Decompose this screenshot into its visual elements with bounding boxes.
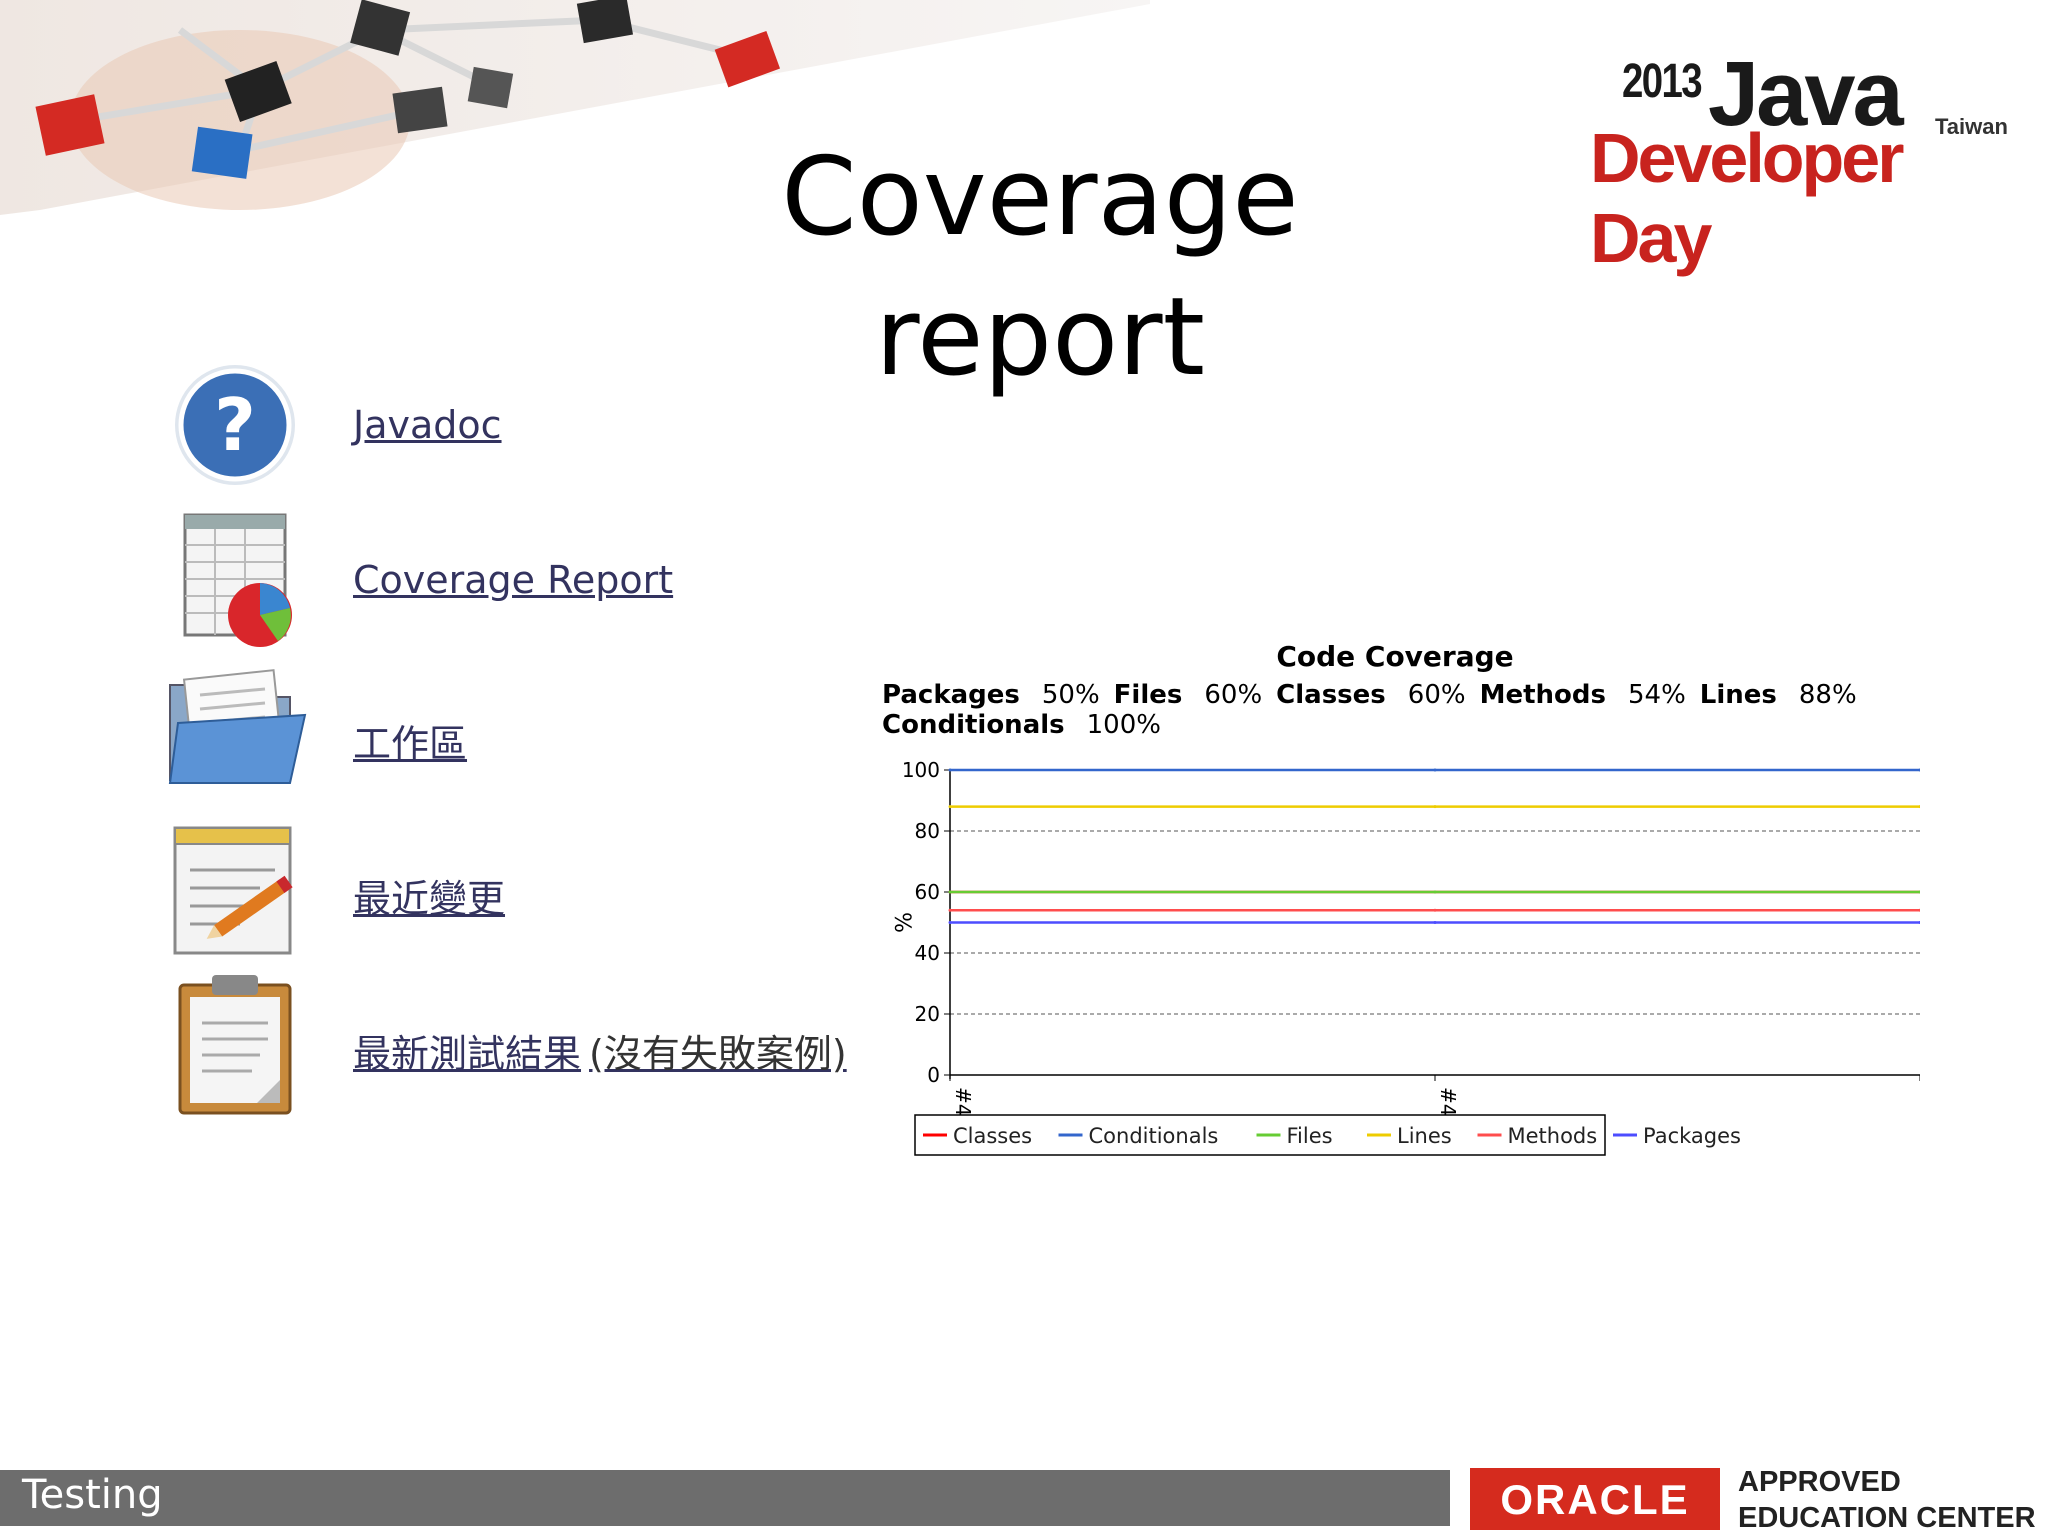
- data-point-lines: [1433, 805, 1437, 809]
- workspace-link[interactable]: 工作區: [353, 713, 467, 768]
- data-point-methods: [948, 908, 952, 912]
- no-failures-note: (沒有失敗案例): [589, 1032, 847, 1076]
- approved-education-center-label: APPROVED EDUCATION CENTER: [1738, 1464, 2038, 1536]
- legend-label: Methods: [1508, 1124, 1598, 1148]
- footer-bar: [0, 1470, 1450, 1526]
- legend-label: Classes: [953, 1124, 1032, 1148]
- coverage-line-chart: 020406080100%#44#48#49ClassesConditional…: [889, 758, 1920, 1156]
- notepad-pencil-icon: [173, 826, 293, 955]
- link-row-javadoc[interactable]: ? Javadoc: [160, 355, 860, 495]
- latest-test-results-link[interactable]: 最新測試結果 (沒有失敗案例): [353, 1023, 847, 1078]
- y-tick-label: 20: [915, 1002, 940, 1026]
- data-point-conditionals: [948, 768, 952, 772]
- y-tick-label: 40: [915, 941, 940, 965]
- data-point-methods: [1433, 908, 1437, 912]
- java-developer-day-logo: 2013 Java Taiwan Developer Day: [1590, 43, 2010, 277]
- javadoc-link[interactable]: Javadoc: [353, 403, 502, 447]
- link-row-workspace[interactable]: 工作區: [160, 665, 860, 805]
- folder-icon: [168, 669, 307, 784]
- spreadsheet-chart-icon: [183, 513, 292, 647]
- link-row-recent-changes[interactable]: 最近變更: [160, 820, 860, 960]
- y-tick-label: 60: [915, 880, 940, 904]
- data-point-packages: [948, 921, 952, 924]
- svg-text:?: ?: [214, 383, 256, 467]
- coverage-report-link[interactable]: Coverage Report: [353, 558, 673, 602]
- approved-line: APPROVED: [1738, 1466, 1901, 1498]
- logo-year: 2013: [1622, 55, 1703, 108]
- slide-title: Coverage report: [781, 135, 1299, 400]
- legend-label: Lines: [1397, 1124, 1452, 1148]
- education-center-line: EDUCATION CENTER: [1738, 1502, 2036, 1534]
- oracle-logo-text: ORACLE: [1500, 1476, 1690, 1523]
- logo-developer-day: Developer Day: [1590, 119, 1904, 277]
- legend-label: Conditionals: [1089, 1124, 1219, 1148]
- clipboard-icon: [178, 975, 292, 1115]
- link-row-latest-test-results[interactable]: 最新測試結果 (沒有失敗案例): [160, 975, 860, 1115]
- latest-test-results-label[interactable]: 最新測試結果: [353, 1032, 581, 1076]
- recent-changes-link[interactable]: 最近變更: [353, 868, 505, 923]
- y-tick-label: 0: [927, 1063, 940, 1087]
- code-coverage-chart: Code Coverage Packages 50% Files 60% Classes…: [870, 640, 1920, 1200]
- data-point-lines: [948, 805, 952, 809]
- y-tick-label: 80: [915, 819, 940, 843]
- help-icon: ?: [175, 365, 295, 485]
- legend-label: Files: [1287, 1124, 1333, 1148]
- footer-label: Testing: [22, 1472, 163, 1518]
- link-row-coverage-report[interactable]: Coverage Report: [160, 510, 860, 650]
- data-point-packages: [1433, 921, 1437, 924]
- data-point-files: [1433, 890, 1437, 894]
- oracle-logo: ORACLE: [1470, 1468, 1720, 1530]
- y-tick-label: 100: [902, 758, 940, 782]
- data-point-conditionals: [1433, 768, 1437, 772]
- y-axis-label: %: [889, 912, 914, 933]
- data-point-files: [948, 890, 952, 894]
- legend-label: Packages: [1643, 1124, 1741, 1148]
